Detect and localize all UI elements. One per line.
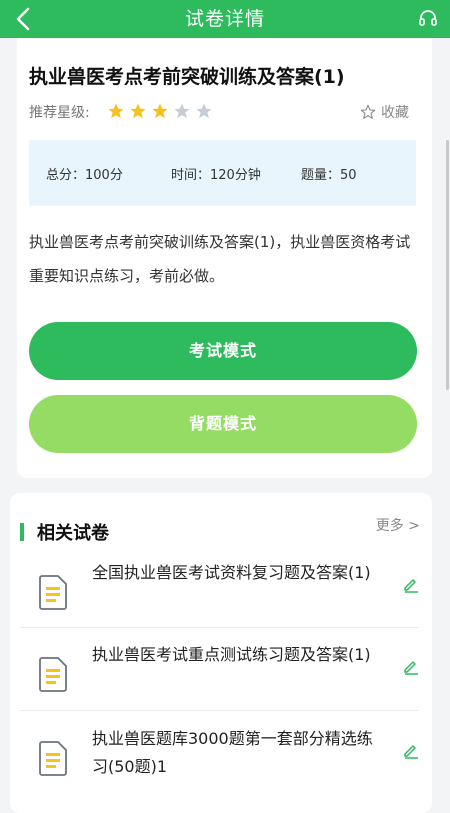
star-filled-icon bbox=[130, 103, 146, 119]
edit-icon[interactable] bbox=[402, 657, 420, 675]
related-paper-title: 全国执业兽医考试资料复习题及答案(1) bbox=[92, 563, 371, 582]
related-section-title: 相关试卷 bbox=[37, 523, 109, 544]
edit-icon[interactable] bbox=[402, 741, 420, 759]
paper-description: 执业兽医考点考前突破训练及答案(1)，执业兽医资格考试重要知识点练习，考前必做。 bbox=[29, 233, 411, 285]
list-divider bbox=[20, 627, 418, 628]
scrollbar[interactable] bbox=[446, 140, 449, 390]
paper-title: 执业兽医考点考前突破训练及答案(1) bbox=[29, 66, 345, 88]
related-paper-title: 执业兽医考试重点测试练习题及答案(1) bbox=[92, 645, 371, 664]
question-count: 题量：50 bbox=[301, 168, 357, 183]
star-outline-icon bbox=[360, 104, 376, 119]
rating-label: 推荐星级: bbox=[29, 105, 90, 121]
paper-stats-box: 总分：100分 时间：120分钟 题量：50 bbox=[29, 140, 416, 206]
top-bar: 试卷详情 bbox=[0, 0, 450, 38]
recite-mode-button[interactable]: 背题模式 bbox=[29, 395, 417, 453]
exam-mode-button[interactable]: 考试模式 bbox=[29, 322, 417, 380]
rating-row: 推荐星级: 收藏 bbox=[29, 102, 419, 124]
star-filled-icon bbox=[152, 103, 168, 119]
related-papers-card: 相关试卷 更多 > 全国执业兽医考试资料复习题及答案(1) 执业兽医考试重点测试… bbox=[10, 493, 432, 813]
document-icon bbox=[39, 741, 67, 776]
star-empty-icon bbox=[174, 103, 190, 119]
edit-icon[interactable] bbox=[402, 575, 420, 593]
more-link[interactable]: 更多 > bbox=[376, 515, 420, 535]
related-paper-item[interactable]: 执业兽医题库3000题第一套部分精选练习(50题)1 bbox=[20, 725, 420, 805]
paper-info-card: 执业兽医考点考前突破训练及答案(1) 推荐星级: 收藏 总分：100分 时间：1… bbox=[17, 38, 432, 478]
page-title: 试卷详情 bbox=[184, 8, 265, 30]
favorite-button[interactable]: 收藏 bbox=[360, 102, 409, 122]
total-score: 总分：100分 bbox=[46, 168, 123, 183]
related-paper-title: 执业兽医题库3000题第一套部分精选练习(50题)1 bbox=[92, 729, 373, 776]
document-icon bbox=[39, 575, 67, 610]
section-accent-bar bbox=[20, 523, 24, 541]
list-divider bbox=[20, 710, 418, 711]
star-filled-icon bbox=[108, 103, 124, 119]
document-icon bbox=[39, 657, 67, 692]
exam-duration: 时间：120分钟 bbox=[171, 168, 261, 183]
headset-icon[interactable] bbox=[418, 8, 438, 28]
related-paper-item[interactable]: 执业兽医考试重点测试练习题及答案(1) bbox=[20, 641, 420, 721]
favorite-label: 收藏 bbox=[381, 105, 409, 121]
star-rating bbox=[107, 102, 213, 120]
star-empty-icon bbox=[196, 103, 212, 119]
